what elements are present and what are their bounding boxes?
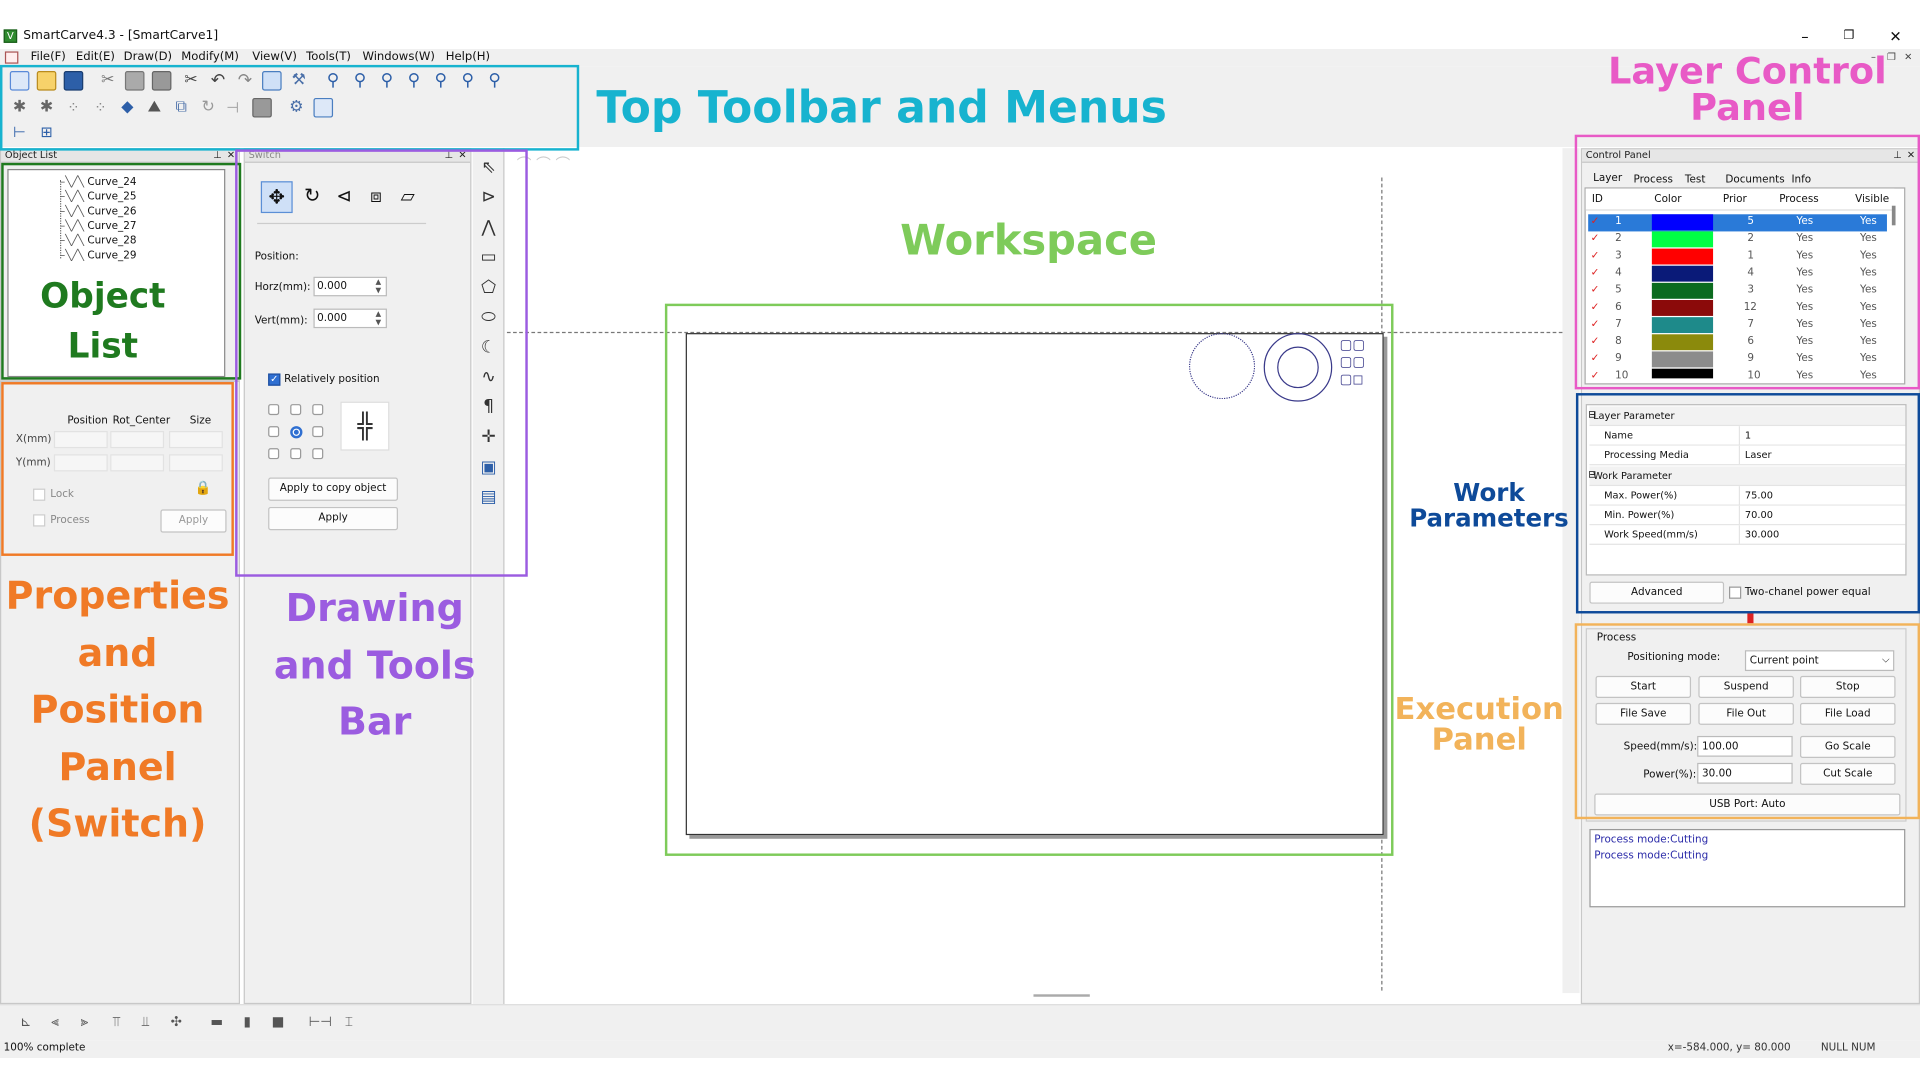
scroll-handle[interactable]: [1033, 994, 1090, 997]
log-line: Process mode:Cutting: [1594, 849, 1709, 863]
align-bottom-icon[interactable]: ⫫: [137, 1014, 154, 1031]
layer-control-annotation: Layer Control Panel: [1608, 50, 1887, 130]
properties-annotation: Properties and Position Panel (Switch): [5, 574, 230, 847]
menu-windows[interactable]: Windows(W): [362, 50, 435, 63]
align-center-icon[interactable]: ✣: [168, 1014, 185, 1031]
menu-help[interactable]: Help(H): [446, 50, 490, 63]
restore-button[interactable]: ❐: [1837, 27, 1861, 47]
layer-control-annotation-box: [1574, 134, 1920, 390]
log-line: Process mode:Cutting: [1594, 833, 1709, 847]
close-icon[interactable]: ✕: [227, 149, 235, 161]
align-top-icon[interactable]: ⫪: [108, 1014, 125, 1031]
toolbar-annotation-box: [0, 64, 580, 151]
distribute-h-icon[interactable]: ⊢⊣: [309, 1014, 332, 1031]
workspace-annotation: Workspace: [900, 216, 1157, 266]
pin-icon[interactable]: ⊥: [213, 149, 222, 161]
status-text: 100% complete: [3, 1042, 86, 1055]
workspace-annotation-box: [664, 303, 1394, 856]
process-log: Process mode:Cutting Process mode:Cuttin…: [1589, 828, 1906, 908]
menu-edit[interactable]: Edit(E): [76, 50, 115, 63]
distribute-v-icon[interactable]: ⌶: [340, 1014, 357, 1031]
minimize-button[interactable]: –: [1793, 27, 1817, 47]
object-list-title: Object List: [4, 149, 58, 161]
mdi-close-icon[interactable]: ✕: [1904, 51, 1919, 63]
menu-modify[interactable]: Modify(M): [181, 50, 239, 63]
execution-annotation: Execution Panel: [1394, 690, 1564, 757]
menu-tools[interactable]: Tools(T): [306, 50, 351, 63]
same-size-icon[interactable]: ■: [269, 1014, 286, 1031]
same-width-icon[interactable]: ▬: [208, 1014, 225, 1031]
status-bar: 100% complete x=-584.000, y= 80.000 NULL…: [0, 1040, 1920, 1058]
object-list-header: Object List ⊥ ✕: [1, 149, 239, 163]
app-icon: V: [3, 29, 18, 43]
document-icon: [4, 51, 19, 64]
axis-icon[interactable]: ⊾: [17, 1014, 34, 1031]
same-height-icon[interactable]: ▮: [239, 1014, 256, 1031]
key-indicators: NULL NUM: [1820, 1042, 1876, 1055]
title-bar: V SmartCarve4.3 - [SmartCarve1] – ❐ ✕: [0, 24, 1920, 49]
menu-draw[interactable]: Draw(D): [124, 50, 172, 63]
work-params-annotation-box: [1575, 393, 1920, 614]
menu-file[interactable]: File(F): [31, 50, 66, 63]
properties-annotation-box: [1, 382, 234, 556]
execution-annotation-box: [1574, 623, 1920, 820]
coords-readout: x=-584.000, y= 80.000: [1667, 1042, 1791, 1055]
menu-view[interactable]: View(V): [252, 50, 297, 63]
splitter-marker[interactable]: [1747, 613, 1754, 624]
drawing-annotation: Drawing and Tools Bar: [273, 586, 476, 745]
align-right-icon[interactable]: ⫸: [76, 1014, 93, 1031]
toolbar-annotation: Top Toolbar and Menus: [596, 83, 1167, 134]
window-title: SmartCarve4.3 - [SmartCarve1]: [23, 29, 219, 43]
work-params-annotation: Work Parameters: [1409, 477, 1569, 533]
object-list-annotation: Object List: [36, 271, 169, 372]
close-button[interactable]: ✕: [1883, 27, 1907, 47]
drawing-annotation-box: [235, 149, 528, 577]
bottom-toolbar: [0, 1004, 1920, 1041]
align-left-icon[interactable]: ⫷: [47, 1014, 64, 1031]
